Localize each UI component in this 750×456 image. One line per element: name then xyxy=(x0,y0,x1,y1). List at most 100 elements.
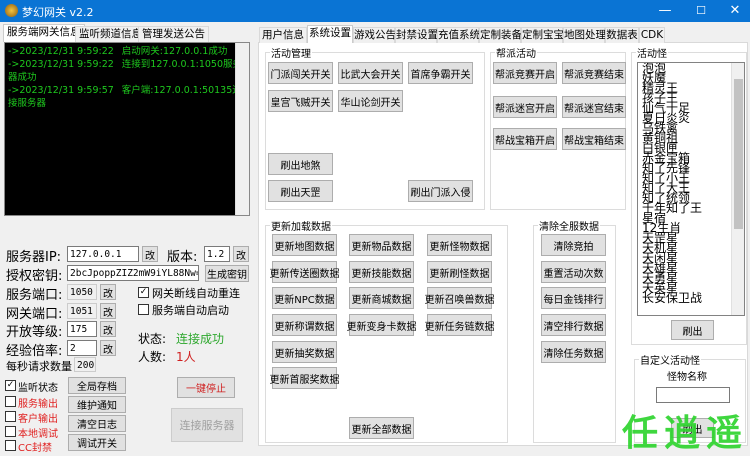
guild-button[interactable]: 帮派迷宫结束 xyxy=(562,96,626,118)
update-button[interactable]: 更新刷怪数据 xyxy=(427,261,492,283)
guild-button[interactable]: 帮派竞赛开启 xyxy=(493,62,557,84)
maximize-button[interactable]: ☐ xyxy=(686,2,716,20)
clear-button[interactable]: 清除竞拍 xyxy=(541,234,606,256)
checkbox-4[interactable] xyxy=(5,426,16,437)
gateway-port-input[interactable]: 1051 xyxy=(67,303,97,319)
open-level-label: 开放等级: xyxy=(6,325,63,340)
guild-button[interactable]: 帮战宝箱开启 xyxy=(493,128,557,150)
activity-button[interactable]: 刷出门派入侵 xyxy=(408,180,473,202)
auto-reconnect-checkbox[interactable]: ✓ xyxy=(138,287,149,298)
checkbox-2[interactable] xyxy=(5,396,16,407)
guild-button[interactable]: 帮派迷宫开启 xyxy=(493,96,557,118)
left-button-1[interactable]: 全局存档 xyxy=(68,377,126,394)
auto-start-checkbox[interactable] xyxy=(138,304,149,315)
change-gateway-port-button[interactable]: 改 xyxy=(100,303,116,319)
change-server-ip-button[interactable]: 改 xyxy=(142,246,158,262)
update-button[interactable]: 更新传送圈数据 xyxy=(270,261,340,283)
checkbox-label: 服务输出 xyxy=(18,399,58,410)
update-button[interactable]: 更新任务链数据 xyxy=(425,314,495,336)
auto-start-label: 服务端自动启动 xyxy=(152,304,229,317)
monster-list[interactable]: 泡泡 妖魔 精灵王 孩子王 仙气十足 夏日炎炎 乌铁禽 黄铜祖 白银匣 赤金宝箱 知了先锋 知了小王知… xyxy=(637,62,745,316)
update-button[interactable]: 更新抽奖数据 xyxy=(272,341,337,363)
monster-name-input[interactable] xyxy=(656,387,730,403)
exp-rate-input[interactable]: 2 xyxy=(67,340,97,356)
connect-server-button[interactable]: 连接服务器 xyxy=(171,408,243,442)
close-button[interactable]: ✕ xyxy=(720,2,750,20)
app-icon xyxy=(5,4,18,17)
log-scrollbar[interactable] xyxy=(235,43,249,215)
tab-send-announcement[interactable]: 管理发送公告 xyxy=(138,26,209,42)
guild-button[interactable]: 帮派竞赛结束 xyxy=(562,62,626,84)
tab-6[interactable]: 定制装备 xyxy=(479,27,522,43)
update-button[interactable]: 更新召唤兽数据 xyxy=(425,287,495,309)
checkbox-1[interactable]: ✓ xyxy=(5,380,16,391)
count-label: 人数: xyxy=(138,350,167,364)
update-button[interactable]: 更新地图数据 xyxy=(272,234,337,256)
minimize-button[interactable]: — xyxy=(650,2,680,20)
activity-button[interactable]: 刷出地煞 xyxy=(268,153,333,175)
monster-list-scrollbar[interactable] xyxy=(731,63,744,315)
tab-listen-channel-info[interactable]: 监听频道信息 xyxy=(75,26,146,42)
tab-4[interactable]: 封禁设置 xyxy=(395,27,438,43)
update-button[interactable]: 更新物品数据 xyxy=(349,234,414,256)
activity-button[interactable]: 首席争霸开关 xyxy=(408,62,473,84)
tab-5[interactable]: 充值系统 xyxy=(437,27,480,43)
change-open-level-button[interactable]: 改 xyxy=(100,321,116,337)
tab-7[interactable]: 定制宝宝 xyxy=(521,27,564,43)
left-button-2[interactable]: 维护通知 xyxy=(68,396,126,413)
key-label: 授权密钥: xyxy=(6,269,63,284)
server-port-input[interactable]: 1050 xyxy=(67,284,97,300)
activity-button[interactable]: 门派闯关开关 xyxy=(268,62,333,84)
stop-all-button[interactable]: 一键停止 xyxy=(177,377,235,398)
version-input[interactable]: 1.2 xyxy=(204,246,230,262)
tab-2[interactable]: 系统设置 xyxy=(307,25,353,43)
tab-8[interactable]: 地图处理 xyxy=(563,27,606,43)
log-message: 启动网关:127.0.0.1成功 xyxy=(121,46,228,57)
clear-button[interactable]: 清空排行数据 xyxy=(541,314,606,336)
gateway-port-label: 网关端口: xyxy=(6,307,63,322)
tab-10[interactable]: CDK xyxy=(639,27,665,43)
change-exp-rate-button[interactable]: 改 xyxy=(100,340,116,356)
update-group-title: 更新加载数据 xyxy=(270,218,332,233)
left-button-4[interactable]: 调试开关 xyxy=(68,434,126,451)
tab-9[interactable]: 数据表 xyxy=(605,27,639,43)
update-button[interactable]: 更新首服奖数据 xyxy=(270,367,340,389)
left-button-3[interactable]: 清空日志 xyxy=(68,415,126,432)
activity-button[interactable]: 比武大会开关 xyxy=(338,62,403,84)
activity-button[interactable]: 刷出天罡 xyxy=(268,180,333,202)
monster-name-label: 怪物名称 xyxy=(667,372,707,383)
update-button[interactable]: 更新商城数据 xyxy=(349,287,414,309)
monster-list-item[interactable]: 长安保卫战 xyxy=(638,292,744,304)
key-input[interactable]: 2bcJpoppZIZ2mW9iYL88Nw== xyxy=(67,265,199,281)
change-server-port-button[interactable]: 改 xyxy=(100,284,116,300)
update-button[interactable]: 更新NPC数据 xyxy=(272,287,337,309)
activity-button[interactable]: 皇宫飞贼开关 xyxy=(268,90,333,112)
spawn-custom-monster-button[interactable]: 刷出 xyxy=(671,418,714,438)
req-per-sec-input[interactable]: 200 xyxy=(74,357,96,372)
clear-button[interactable]: 每日金钱排行 xyxy=(541,287,606,309)
generate-key-button[interactable]: 生成密钥 xyxy=(205,265,249,282)
change-version-button[interactable]: 改 xyxy=(233,246,249,262)
update-button[interactable]: 更新称谓数据 xyxy=(272,314,337,336)
open-level-input[interactable]: 175 xyxy=(67,321,97,337)
tab-server-gateway-info[interactable]: 服务端网关信息 xyxy=(3,24,85,42)
update-button[interactable]: 更新怪物数据 xyxy=(427,234,492,256)
update-button[interactable]: 更新技能数据 xyxy=(349,261,414,283)
activity-button[interactable]: 华山论剑开关 xyxy=(338,90,403,112)
tab-1[interactable]: 用户信息 xyxy=(259,27,307,43)
log-entry: ->2023/12/31 9:59:22 连接到127.0.0.1:1050服务器… xyxy=(8,58,246,84)
checkbox-3[interactable] xyxy=(5,411,16,422)
log-time: ->2023/12/31 9:59:22 xyxy=(8,46,114,57)
checkbox-label: 本地调试 xyxy=(18,429,58,440)
clear-button[interactable]: 清除任务数据 xyxy=(541,341,606,363)
req-per-sec-label: 每秒请求数量 xyxy=(6,360,72,373)
clear-button[interactable]: 重置活动次数 xyxy=(541,261,606,283)
tab-3[interactable]: 游戏公告 xyxy=(353,27,396,43)
update-button[interactable]: 更新变身卡数据 xyxy=(347,314,417,336)
server-ip-input[interactable]: 127.0.0.1 xyxy=(67,246,139,262)
update-all-button[interactable]: 更新全部数据 xyxy=(349,417,414,439)
guild-group-title: 帮派活动 xyxy=(495,45,537,60)
guild-button[interactable]: 帮战宝箱结束 xyxy=(562,128,626,150)
scrollbar-thumb[interactable] xyxy=(734,79,743,229)
spawn-monster-button[interactable]: 刷出 xyxy=(671,320,714,340)
